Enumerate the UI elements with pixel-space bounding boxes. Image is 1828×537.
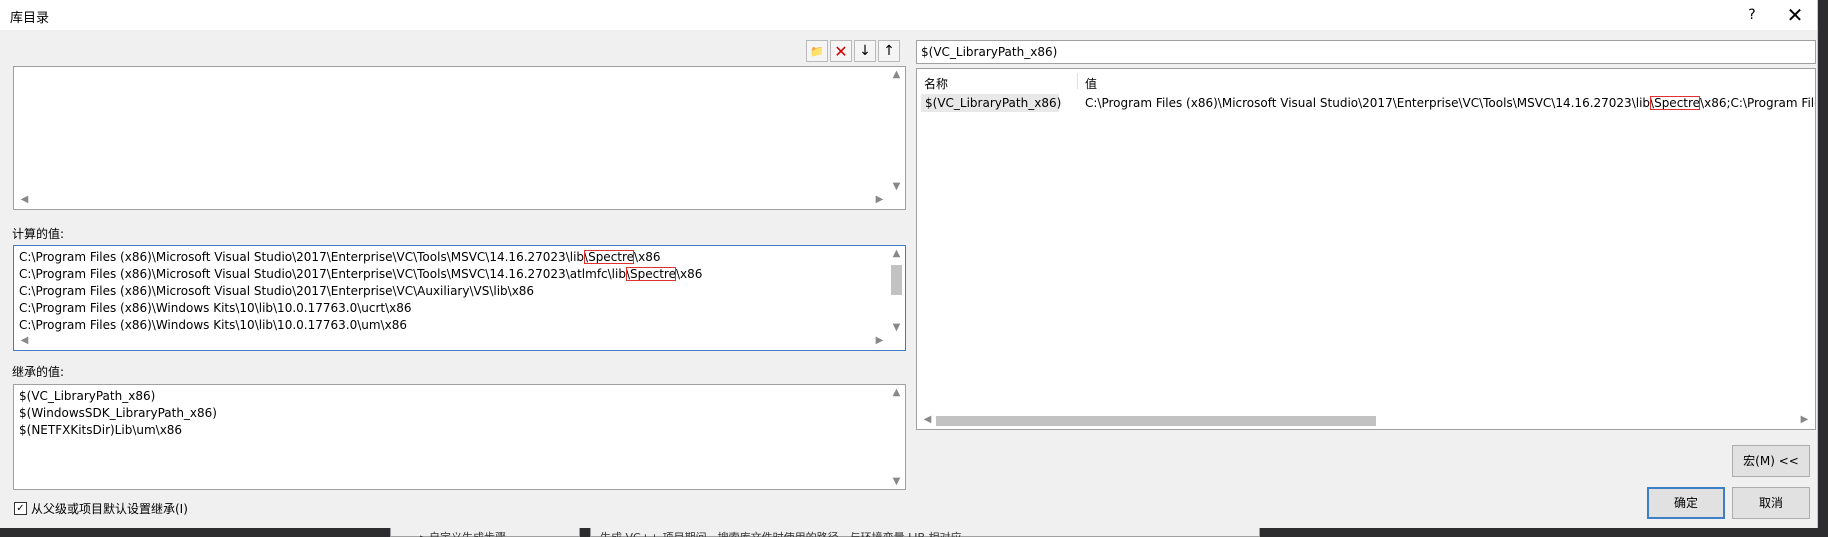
help-button[interactable]: ? [1740,4,1764,26]
scroll-right-icon[interactable]: ▶ [871,194,888,205]
scroll-up-icon[interactable]: ▲ [888,387,905,398]
macro-toggle-button[interactable]: 宏(M) << [1732,445,1810,477]
library-directories-dialog: 库目录 ? ✕ 📁 ✕ ↓ ↑ ▲ ▼ ◀ ▶ 计算的值: C:\Program… [0,0,1818,528]
scroll-right-icon[interactable]: ▶ [1796,414,1813,425]
inherited-value-line[interactable]: $(VC_LibraryPath_x86) [19,388,217,405]
computed-value-line[interactable]: C:\Program Files (x86)\Microsoft Visual … [19,283,702,300]
cancel-button[interactable]: 取消 [1732,487,1810,519]
inherited-values-list[interactable]: $(VC_LibraryPath_x86) $(WindowsSDK_Librar… [13,384,906,490]
new-folder-icon: 📁 [810,44,824,58]
inherited-vertical-scrollbar[interactable]: ▲ ▼ [888,385,905,489]
inherited-values-lines: $(VC_LibraryPath_x86) $(WindowsSDK_Librar… [19,388,217,439]
new-line-button[interactable]: 📁 [806,40,828,62]
dialog-title: 库目录 [10,11,50,26]
path-text: C:\Program Files (x86)\Windows Kits\10\l… [19,318,407,332]
scroll-down-icon[interactable]: ▼ [888,476,905,487]
path-text: \x86 [675,267,703,281]
inherit-checkbox-label: 从父级或项目默认设置继承(I) [31,502,188,516]
macro-filter-input[interactable]: $(VC_LibraryPath_x86) [916,40,1816,64]
inherit-checkbox-row[interactable]: ✓ 从父级或项目默认设置继承(I) [14,500,188,517]
inherited-values-label: 继承的值: [12,365,65,379]
scroll-left-icon[interactable]: ◀ [16,335,33,346]
scroll-right-icon[interactable]: ▶ [871,335,888,346]
path-text: \x86 [634,250,661,264]
arrow-down-icon: ↓ [859,43,871,59]
ok-button[interactable]: 确定 [1647,487,1725,519]
scroll-up-icon[interactable]: ▲ [888,248,905,259]
computed-values-label: 计算的值: [12,227,65,241]
path-text: C:\Program Files (x86)\Microsoft Visual … [19,284,535,298]
scroll-left-icon[interactable]: ◀ [16,194,33,205]
column-divider[interactable] [1077,73,1078,89]
edit-toolbar: 📁 ✕ ↓ ↑ [806,40,900,62]
macro-row-value-post: \x86;C:\Program Files [1700,96,1816,110]
scroll-down-icon[interactable]: ▼ [888,181,905,192]
inherited-value-line[interactable]: $(NETFXKitsDir)Lib\um\x86 [19,422,217,439]
macro-column-name[interactable]: 名称 [924,75,948,92]
scroll-left-icon[interactable]: ◀ [919,414,936,425]
computed-vertical-scrollbar[interactable]: ▲ ▼ [888,246,905,335]
macro-row-value-highlight: \Spectre [1650,96,1701,110]
scroll-up-icon[interactable]: ▲ [888,69,905,80]
move-up-button[interactable]: ↑ [878,40,900,62]
macro-filter-value: $(VC_LibraryPath_x86) [921,45,1058,59]
macro-row-value-pre: C:\Program Files (x86)\Microsoft Visual … [1085,96,1651,110]
macro-horizontal-scrollbar[interactable]: ◀ ▶ [917,412,1815,429]
macro-row-value[interactable]: C:\Program Files (x86)\Microsoft Visual … [1085,96,1816,110]
computed-values-lines: C:\Program Files (x86)\Microsoft Visual … [19,249,702,334]
scroll-down-icon[interactable]: ▼ [888,322,905,333]
inherit-checkbox[interactable]: ✓ [14,502,27,515]
move-down-button[interactable]: ↓ [854,40,876,62]
background-description-text: 生成 VC++ 项目期间，搜索库文件时使用的路径。与环境变量 LIB 相对应。 [600,529,1020,537]
computed-horizontal-scrollbar[interactable]: ◀ ▶ [14,333,890,350]
macro-table[interactable]: 名称 值 $(VC_LibraryPath_x86) C:\Program Fi… [916,68,1816,430]
computed-values-list[interactable]: C:\Program Files (x86)\Microsoft Visual … [13,245,906,351]
macro-row-name[interactable]: $(VC_LibraryPath_x86) [921,94,1061,112]
scroll-thumb[interactable] [936,416,1376,426]
path-text: C:\Program Files (x86)\Windows Kits\10\l… [19,301,412,315]
computed-value-line[interactable]: C:\Program Files (x86)\Microsoft Visual … [19,249,702,266]
path-highlight: \Spectre [584,250,635,264]
arrow-up-icon: ↑ [883,43,895,59]
edit-list-vertical-scrollbar[interactable]: ▲ ▼ [888,67,905,194]
computed-value-line[interactable]: C:\Program Files (x86)\Microsoft Visual … [19,266,702,283]
path-highlight: \Spectre [625,267,676,281]
title-bar: 库目录 ? ✕ [0,0,1817,30]
macro-column-value[interactable]: 值 [1085,75,1097,92]
inherited-value-line[interactable]: $(WindowsSDK_LibraryPath_x86) [19,405,217,422]
computed-value-line[interactable]: C:\Program Files (x86)\Windows Kits\10\l… [19,317,702,334]
scroll-thumb[interactable] [891,265,902,295]
path-text: C:\Program Files (x86)\Microsoft Visual … [19,267,626,281]
delete-button[interactable]: ✕ [830,40,852,62]
edit-list-horizontal-scrollbar[interactable]: ◀ ▶ [14,192,890,209]
computed-value-line[interactable]: C:\Program Files (x86)\Windows Kits\10\l… [19,300,702,317]
background-tree-item: ▸ 自定义生成步骤 [420,529,580,537]
close-button[interactable]: ✕ [1780,3,1810,27]
delete-icon: ✕ [834,41,848,61]
directory-edit-list[interactable]: ▲ ▼ ◀ ▶ [13,66,906,210]
path-text: C:\Program Files (x86)\Microsoft Visual … [19,250,585,264]
